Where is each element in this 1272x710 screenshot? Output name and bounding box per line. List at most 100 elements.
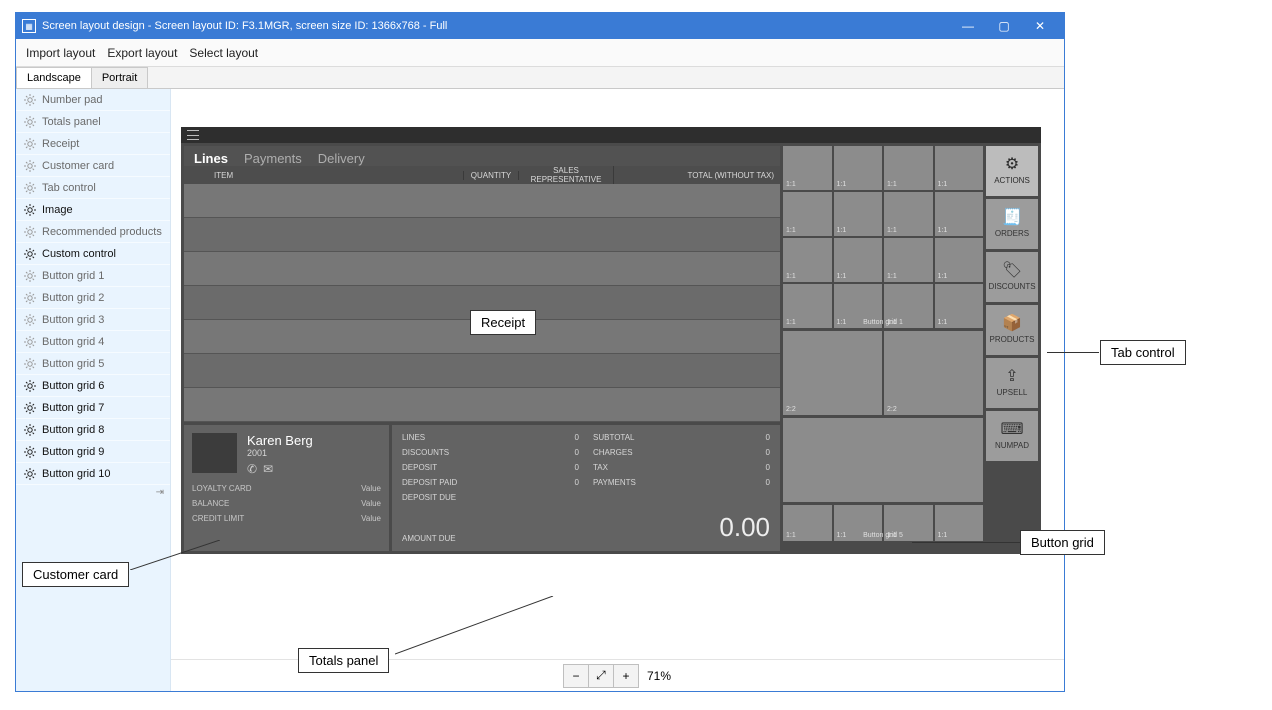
sidebar-item[interactable]: Button grid 3 <box>16 309 170 331</box>
sidebar-item[interactable]: Receipt <box>16 133 170 155</box>
button-grid-cell[interactable]: 1:1 <box>783 146 832 190</box>
close-button[interactable]: ✕ <box>1022 13 1058 39</box>
gear-icon <box>24 270 36 282</box>
totals-row: CHARGES0 <box>593 448 770 457</box>
sidebar-item-label: Image <box>42 204 73 216</box>
gear-icon <box>24 116 36 128</box>
pos-tab-lines[interactable]: Lines <box>194 151 228 166</box>
sidebar-item-label: Receipt <box>42 138 79 150</box>
sidebar-item-label: Button grid 2 <box>42 292 104 304</box>
totals-panel[interactable]: LINES0DISCOUNTS0DEPOSIT0DEPOSIT PAID0DEP… <box>392 425 780 551</box>
pos-tab-payments[interactable]: Payments <box>244 151 302 166</box>
zoom-in-button[interactable]: + <box>613 664 639 688</box>
button-grid-cell[interactable]: 2:2 <box>884 331 983 415</box>
button-grid-1[interactable]: 1:11:11:11:11:11:11:11:11:11:11:11:11:11… <box>783 146 983 328</box>
button-grid-cell[interactable]: 1:1 <box>935 238 984 282</box>
action-button-orders[interactable]: 🧾ORDERS <box>986 199 1038 249</box>
action-icon: ⌨ <box>1000 422 1023 438</box>
sidebar-item-label: Button grid 3 <box>42 314 104 326</box>
window-title: Screen layout design - Screen layout ID:… <box>42 20 950 32</box>
button-grid-cell[interactable]: 1:1 <box>834 192 883 236</box>
menu-import-layout[interactable]: Import layout <box>26 46 95 60</box>
sidebar-item-label: Button grid 5 <box>42 358 104 370</box>
action-button-upsell[interactable]: ⇪UPSELL <box>986 358 1038 408</box>
button-grid-cell[interactable]: 1:1 <box>935 192 984 236</box>
totals-row: DEPOSIT PAID0 <box>402 478 579 487</box>
canvas-scroll[interactable]: Lines Payments Delivery ITEM QUANTITY SA… <box>171 89 1064 659</box>
sidebar-item[interactable]: Tab control <box>16 177 170 199</box>
tab-portrait[interactable]: Portrait <box>91 67 148 88</box>
gear-icon <box>24 468 36 480</box>
sidebar-item[interactable]: Button grid 6 <box>16 375 170 397</box>
sidebar-item[interactable]: Button grid 1 <box>16 265 170 287</box>
gear-icon <box>24 336 36 348</box>
button-grid-lower[interactable] <box>783 418 983 502</box>
hamburger-icon[interactable] <box>187 130 199 140</box>
menu-select-layout[interactable]: Select layout <box>189 46 258 60</box>
avatar <box>192 433 237 473</box>
gear-icon <box>24 138 36 150</box>
tab-landscape[interactable]: Landscape <box>16 67 92 88</box>
sidebar-item[interactable]: Button grid 5 <box>16 353 170 375</box>
callout-tab-control: Tab control <box>1100 340 1186 365</box>
sidebar-item[interactable]: Button grid 7 <box>16 397 170 419</box>
sidebar-item[interactable]: Customer card <box>16 155 170 177</box>
button-grid-cell[interactable]: 2:2 <box>783 331 882 415</box>
canvas-area: Lines Payments Delivery ITEM QUANTITY SA… <box>171 89 1064 691</box>
totals-row: SUBTOTAL0 <box>593 433 770 442</box>
menu-export-layout[interactable]: Export layout <box>107 46 177 60</box>
sidebar-item[interactable]: Custom control <box>16 243 170 265</box>
action-label: ACTIONS <box>994 176 1030 185</box>
sidebar-item-label: Button grid 8 <box>42 424 104 436</box>
minimize-button[interactable]: — <box>950 13 986 39</box>
button-grid-cell[interactable]: 1:1 <box>935 146 984 190</box>
gear-icon <box>24 94 36 106</box>
pos-tab-delivery[interactable]: Delivery <box>318 151 365 166</box>
orientation-tabs: Landscape Portrait <box>16 67 1064 89</box>
customer-name: Karen Berg <box>247 433 313 448</box>
button-grid-mid[interactable]: 2:2 2:2 <box>783 331 983 415</box>
action-button-products[interactable]: 📦PRODUCTS <box>986 305 1038 355</box>
action-button-numpad[interactable]: ⌨NUMPAD <box>986 411 1038 461</box>
sidebar-item[interactable]: Button grid 4 <box>16 331 170 353</box>
button-grid-cell[interactable]: 1:1 <box>884 238 933 282</box>
button-grid-cell[interactable]: 1:1 <box>783 238 832 282</box>
sidebar-item[interactable]: Number pad <box>16 89 170 111</box>
button-grid-cell[interactable]: 1:1 <box>783 192 832 236</box>
zoom-out-button[interactable]: − <box>563 664 589 688</box>
button-grid-5[interactable]: 1:11:11:11:1Button grid 5 <box>783 505 983 541</box>
gear-icon <box>24 424 36 436</box>
sidebar-item[interactable]: Button grid 8 <box>16 419 170 441</box>
button-grid-cell[interactable]: 1:1 <box>884 146 933 190</box>
action-button-actions[interactable]: ⚙ACTIONS <box>986 146 1038 196</box>
sidebar-item-label: Button grid 10 <box>42 468 111 480</box>
maximize-button[interactable]: ▢ <box>986 13 1022 39</box>
receipt-panel[interactable]: ITEM QUANTITY SALES REPRESENTATIVE TOTAL… <box>184 166 780 422</box>
sidebar-expand-icon[interactable]: ⇥ <box>16 485 170 500</box>
button-grid-cell[interactable]: 1:1 <box>884 192 933 236</box>
customer-card[interactable]: Karen Berg 2001 ✆ ✉ LOYALT <box>184 425 389 551</box>
sidebar-item[interactable]: Totals panel <box>16 111 170 133</box>
action-button-discounts[interactable]: 🏷DISCOUNTS <box>986 252 1038 302</box>
phone-icon[interactable]: ✆ <box>247 462 257 476</box>
button-grid-cell[interactable] <box>783 418 983 502</box>
sidebar-item[interactable]: Button grid 10 <box>16 463 170 485</box>
mail-icon[interactable]: ✉ <box>263 462 273 476</box>
zoom-fit-button[interactable]: ⤢ <box>588 664 614 688</box>
sidebar-item[interactable]: Recommended products <box>16 221 170 243</box>
button-grid-cell[interactable]: 1:1 <box>834 146 883 190</box>
gear-icon <box>24 402 36 414</box>
sidebar-item[interactable]: Button grid 9 <box>16 441 170 463</box>
button-grid-cell[interactable]: 1:1 <box>834 238 883 282</box>
totals-row: DEPOSIT DUE <box>402 493 579 502</box>
tab-control[interactable]: ⚙ACTIONS🧾ORDERS🏷DISCOUNTS📦PRODUCTS⇪UPSEL… <box>986 146 1038 551</box>
sidebar-item-label: Totals panel <box>42 116 101 128</box>
totals-row: PAYMENTS0 <box>593 478 770 487</box>
customer-card-row: BALANCEValue <box>192 499 381 508</box>
sidebar-item[interactable]: Image <box>16 199 170 221</box>
pos-layout[interactable]: Lines Payments Delivery ITEM QUANTITY SA… <box>181 127 1041 554</box>
action-label: UPSELL <box>997 388 1028 397</box>
amount-due-value: 0.00 <box>719 512 770 543</box>
receipt-header: ITEM QUANTITY SALES REPRESENTATIVE TOTAL… <box>184 166 780 184</box>
sidebar-item[interactable]: Button grid 2 <box>16 287 170 309</box>
